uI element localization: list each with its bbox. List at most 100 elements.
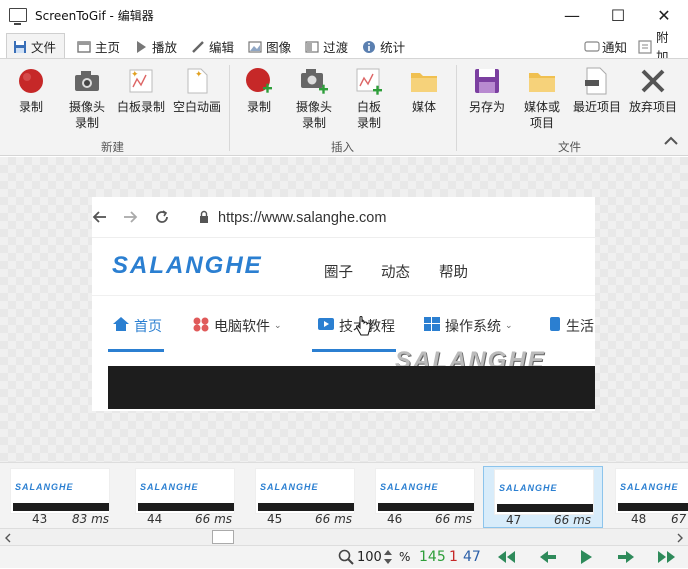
tab-image-label: 图像 bbox=[266, 39, 292, 55]
play-button-icon[interactable] bbox=[578, 549, 594, 568]
timeline-scrollbar[interactable] bbox=[0, 528, 688, 545]
blank-document-icon: ✦ bbox=[181, 65, 213, 97]
frame-canvas[interactable]: https://www.salanghe.com SALANGHE 圈子 动态 … bbox=[0, 157, 688, 462]
zoom-unit: % bbox=[399, 550, 411, 564]
insert-media-label: 媒体 bbox=[411, 100, 436, 114]
frame-thumbnail[interactable]: SALANGHE 45 66 ms bbox=[245, 466, 365, 528]
insert-record-button[interactable]: 录制 bbox=[230, 65, 288, 115]
refresh-icon bbox=[154, 209, 170, 228]
load-media-button[interactable]: 媒体或 项目 bbox=[513, 65, 571, 131]
cat-os: 操作系统 ⌄ bbox=[423, 316, 513, 336]
tab-transition[interactable]: 过渡 bbox=[299, 34, 356, 58]
new-blank-label: 空白动画 bbox=[172, 100, 221, 114]
camera-add-icon bbox=[298, 65, 330, 97]
insert-board-label: 白板 录制 bbox=[356, 100, 381, 130]
frame-preview: https://www.salanghe.com SALANGHE 圈子 动态 … bbox=[92, 197, 595, 411]
close-button[interactable]: ✕ bbox=[641, 0, 687, 30]
thumb-logo: SALANGHE bbox=[499, 483, 558, 493]
first-frame-icon[interactable] bbox=[496, 549, 518, 568]
site-logo: SALANGHE bbox=[112, 252, 263, 279]
message-icon bbox=[584, 40, 600, 53]
status-bar: 100 % 145 1 47 bbox=[0, 545, 688, 568]
frame-image: SALANGHE bbox=[375, 468, 475, 514]
tab-edit[interactable]: 编辑 bbox=[185, 34, 242, 58]
notify-button[interactable]: 通知 bbox=[578, 34, 635, 58]
new-blank-button[interactable]: ✦ 空白动画 bbox=[168, 65, 226, 115]
whiteboard-icon: ✦ bbox=[125, 65, 157, 97]
zoom-spinner-icon[interactable] bbox=[383, 548, 393, 569]
scroll-right-icon[interactable] bbox=[676, 532, 684, 546]
home-icon bbox=[77, 40, 91, 53]
frame-thumbnail[interactable]: SALANGHE 48 67 bbox=[605, 466, 688, 528]
new-webcam-button[interactable]: 摄像头 录制 bbox=[58, 65, 116, 131]
forward-arrow-icon bbox=[122, 209, 138, 228]
discard-project-button[interactable]: 放弃项目 bbox=[624, 65, 682, 115]
group-label-new: 新建 bbox=[101, 140, 124, 154]
thumb-logo: SALANGHE bbox=[380, 482, 439, 492]
svg-text:✦: ✦ bbox=[131, 70, 139, 80]
tab-statistics[interactable]: 统计 bbox=[356, 34, 413, 58]
tab-home[interactable]: 主页 bbox=[71, 34, 128, 58]
back-arrow-icon bbox=[92, 209, 108, 228]
frame-thumbnail[interactable]: SALANGHE 46 66 ms bbox=[365, 466, 485, 528]
new-webcam-label: 摄像头 录制 bbox=[68, 100, 105, 130]
tab-play-label: 播放 bbox=[152, 39, 178, 55]
tab-edit-label: 编辑 bbox=[209, 39, 235, 55]
insert-board-button[interactable]: 白板 录制 bbox=[340, 65, 398, 131]
scroll-left-icon[interactable] bbox=[4, 532, 12, 546]
window-title: ScreenToGif - 编辑器 bbox=[35, 8, 154, 23]
tab-file-label: 文件 bbox=[31, 39, 57, 55]
thumb-banner bbox=[378, 503, 474, 511]
frame-image: SALANGHE bbox=[255, 468, 355, 514]
play-icon bbox=[134, 40, 148, 53]
attach-icon bbox=[638, 39, 652, 54]
scroll-thumb[interactable] bbox=[212, 530, 234, 544]
frame-number: 47 bbox=[506, 513, 522, 527]
hover-underline bbox=[312, 349, 396, 352]
new-record-label: 录制 bbox=[18, 100, 43, 114]
insert-webcam-button[interactable]: 摄像头 录制 bbox=[285, 65, 343, 131]
frame-delay: 67 bbox=[671, 512, 687, 526]
group-label-file: 文件 bbox=[558, 140, 581, 154]
attach-button[interactable]: 附加 bbox=[632, 30, 688, 64]
new-record-button[interactable]: 录制 bbox=[2, 65, 60, 115]
record-add-icon bbox=[243, 65, 275, 97]
thumb-logo: SALANGHE bbox=[140, 482, 199, 492]
insert-media-button[interactable]: 媒体 bbox=[395, 65, 453, 115]
maximize-button[interactable]: ☐ bbox=[595, 0, 641, 30]
cat-life-label: 生活 bbox=[566, 319, 594, 335]
save-as-button[interactable]: 另存为 bbox=[458, 65, 516, 115]
thumb-banner bbox=[497, 504, 593, 512]
tab-file[interactable]: 文件 bbox=[6, 33, 66, 58]
tab-play[interactable]: 播放 bbox=[128, 34, 185, 58]
frame-delay: 66 ms bbox=[435, 512, 473, 526]
discard-x-icon bbox=[637, 65, 669, 97]
next-frame-icon[interactable] bbox=[616, 549, 636, 568]
save-as-label: 另存为 bbox=[468, 100, 505, 114]
previous-frame-icon[interactable] bbox=[538, 549, 558, 568]
group-label-insert: 插入 bbox=[331, 140, 354, 154]
tab-image[interactable]: 图像 bbox=[242, 34, 299, 58]
frame-thumbnail[interactable]: SALANGHE 44 66 ms bbox=[125, 466, 245, 528]
insert-webcam-label: 摄像头 录制 bbox=[295, 100, 332, 130]
minimize-button[interactable]: — bbox=[549, 0, 595, 30]
frame-thumbnail[interactable]: SALANGHE 43 83 ms bbox=[0, 466, 120, 528]
url-text: https://www.salanghe.com bbox=[218, 210, 387, 226]
discard-project-label: 放弃项目 bbox=[628, 100, 677, 114]
new-board-button[interactable]: ✦ 白板录制 bbox=[112, 65, 170, 115]
collapse-ribbon-icon[interactable] bbox=[663, 135, 679, 150]
selected-count: 1 bbox=[449, 549, 458, 565]
record-icon bbox=[15, 65, 47, 97]
frame-number: 45 bbox=[267, 512, 283, 526]
folder-icon bbox=[408, 65, 440, 97]
category-bar: 首页 电脑软件 ⌄ 技术教程 操作系统 ⌄ 生活 bbox=[92, 295, 595, 352]
frame-thumbnail-selected[interactable]: SALANGHE 47 66 ms bbox=[483, 466, 603, 528]
nav-help: 帮助 bbox=[439, 265, 468, 281]
recent-projects-button[interactable]: 最近项目 bbox=[568, 65, 626, 115]
last-frame-icon[interactable] bbox=[656, 549, 678, 568]
zoom-value[interactable]: 100 bbox=[357, 550, 382, 565]
ribbon-tabs: 文件 主页 播放 编辑 图像 过渡 统计 通知 附加 bbox=[0, 30, 688, 64]
frame-number: 43 bbox=[32, 512, 48, 526]
thumb-logo: SALANGHE bbox=[620, 482, 679, 492]
dark-banner bbox=[108, 366, 595, 409]
